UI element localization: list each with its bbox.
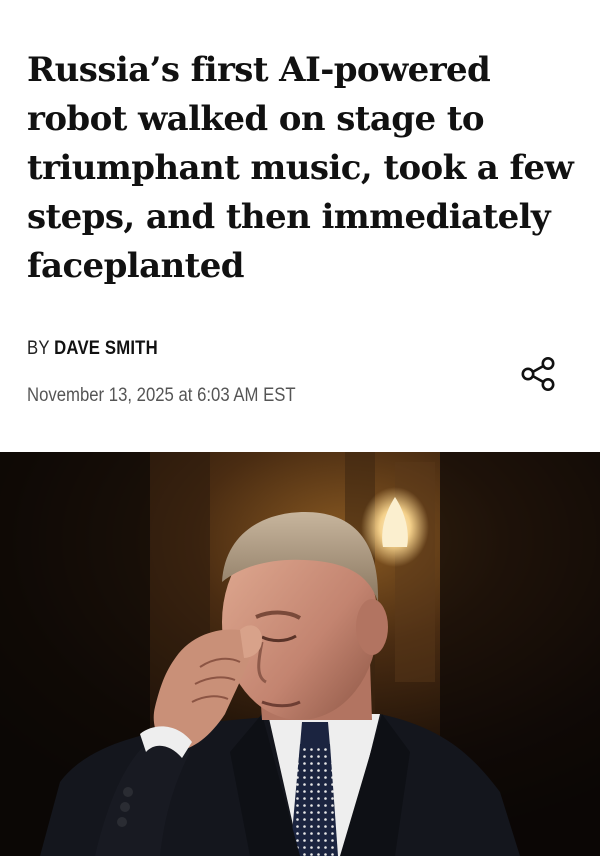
share-button[interactable] [514,352,562,396]
share-icon [521,357,555,391]
article-header: Russia’s first AI-powered robot walked o… [0,0,600,452]
hero-photo [0,452,600,856]
publish-date: November 13, 2025 at 6:03 AM EST [27,385,296,406]
byline: BY DAVE SMITH [27,338,158,360]
article-headline: Russia’s first AI-powered robot walked o… [27,50,574,286]
hero-image [0,452,600,856]
byline-prefix: BY [27,338,50,359]
author-link[interactable]: DAVE SMITH [54,338,158,359]
